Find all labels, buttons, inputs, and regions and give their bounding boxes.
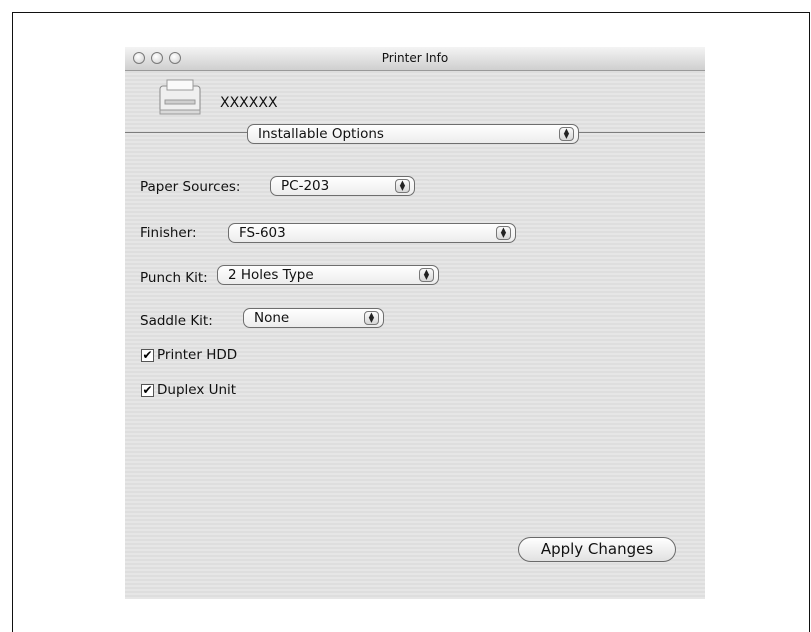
punch-kit-popup[interactable]: 2 Holes Type ▲ ▼	[217, 265, 439, 285]
saddle-kit-value: None	[254, 310, 290, 326]
section-popup-value: Installable Options	[258, 126, 384, 142]
apply-changes-button[interactable]: Apply Changes	[518, 537, 676, 562]
printer-name: XXXXXX	[220, 95, 278, 111]
up-down-arrows-icon: ▲ ▼	[419, 268, 434, 282]
paper-sources-label: Paper Sources:	[140, 179, 241, 195]
printer-hdd-label: Printer HDD	[157, 347, 238, 363]
up-down-arrows-icon: ▲ ▼	[395, 179, 410, 193]
title-bar[interactable]: Printer Info	[125, 47, 705, 71]
finisher-popup[interactable]: FS-603 ▲ ▼	[228, 223, 516, 243]
up-down-arrows-icon: ▲ ▼	[364, 311, 379, 325]
printer-info-window: Printer Info XXXXXX Installable Options …	[125, 47, 705, 599]
saddle-kit-popup[interactable]: None ▲ ▼	[243, 308, 384, 328]
punch-kit-label: Punch Kit:	[140, 270, 208, 286]
printer-hdd-checkbox[interactable]: ✔	[141, 349, 154, 362]
window-title: Printer Info	[381, 51, 449, 65]
section-popup[interactable]: Installable Options ▲ ▼	[247, 124, 579, 144]
printer-icon	[159, 79, 201, 115]
duplex-unit-label: Duplex Unit	[157, 382, 237, 398]
finisher-value: FS-603	[239, 225, 286, 241]
up-down-arrows-icon: ▲ ▼	[496, 226, 511, 240]
saddle-kit-label: Saddle Kit:	[140, 313, 213, 329]
paper-sources-popup[interactable]: PC-203 ▲ ▼	[270, 176, 415, 196]
paper-sources-value: PC-203	[281, 178, 330, 194]
duplex-unit-checkbox[interactable]: ✔	[141, 384, 154, 397]
finisher-label: Finisher:	[140, 225, 197, 241]
up-down-arrows-icon: ▲ ▼	[559, 127, 574, 141]
punch-kit-value: 2 Holes Type	[228, 267, 314, 283]
